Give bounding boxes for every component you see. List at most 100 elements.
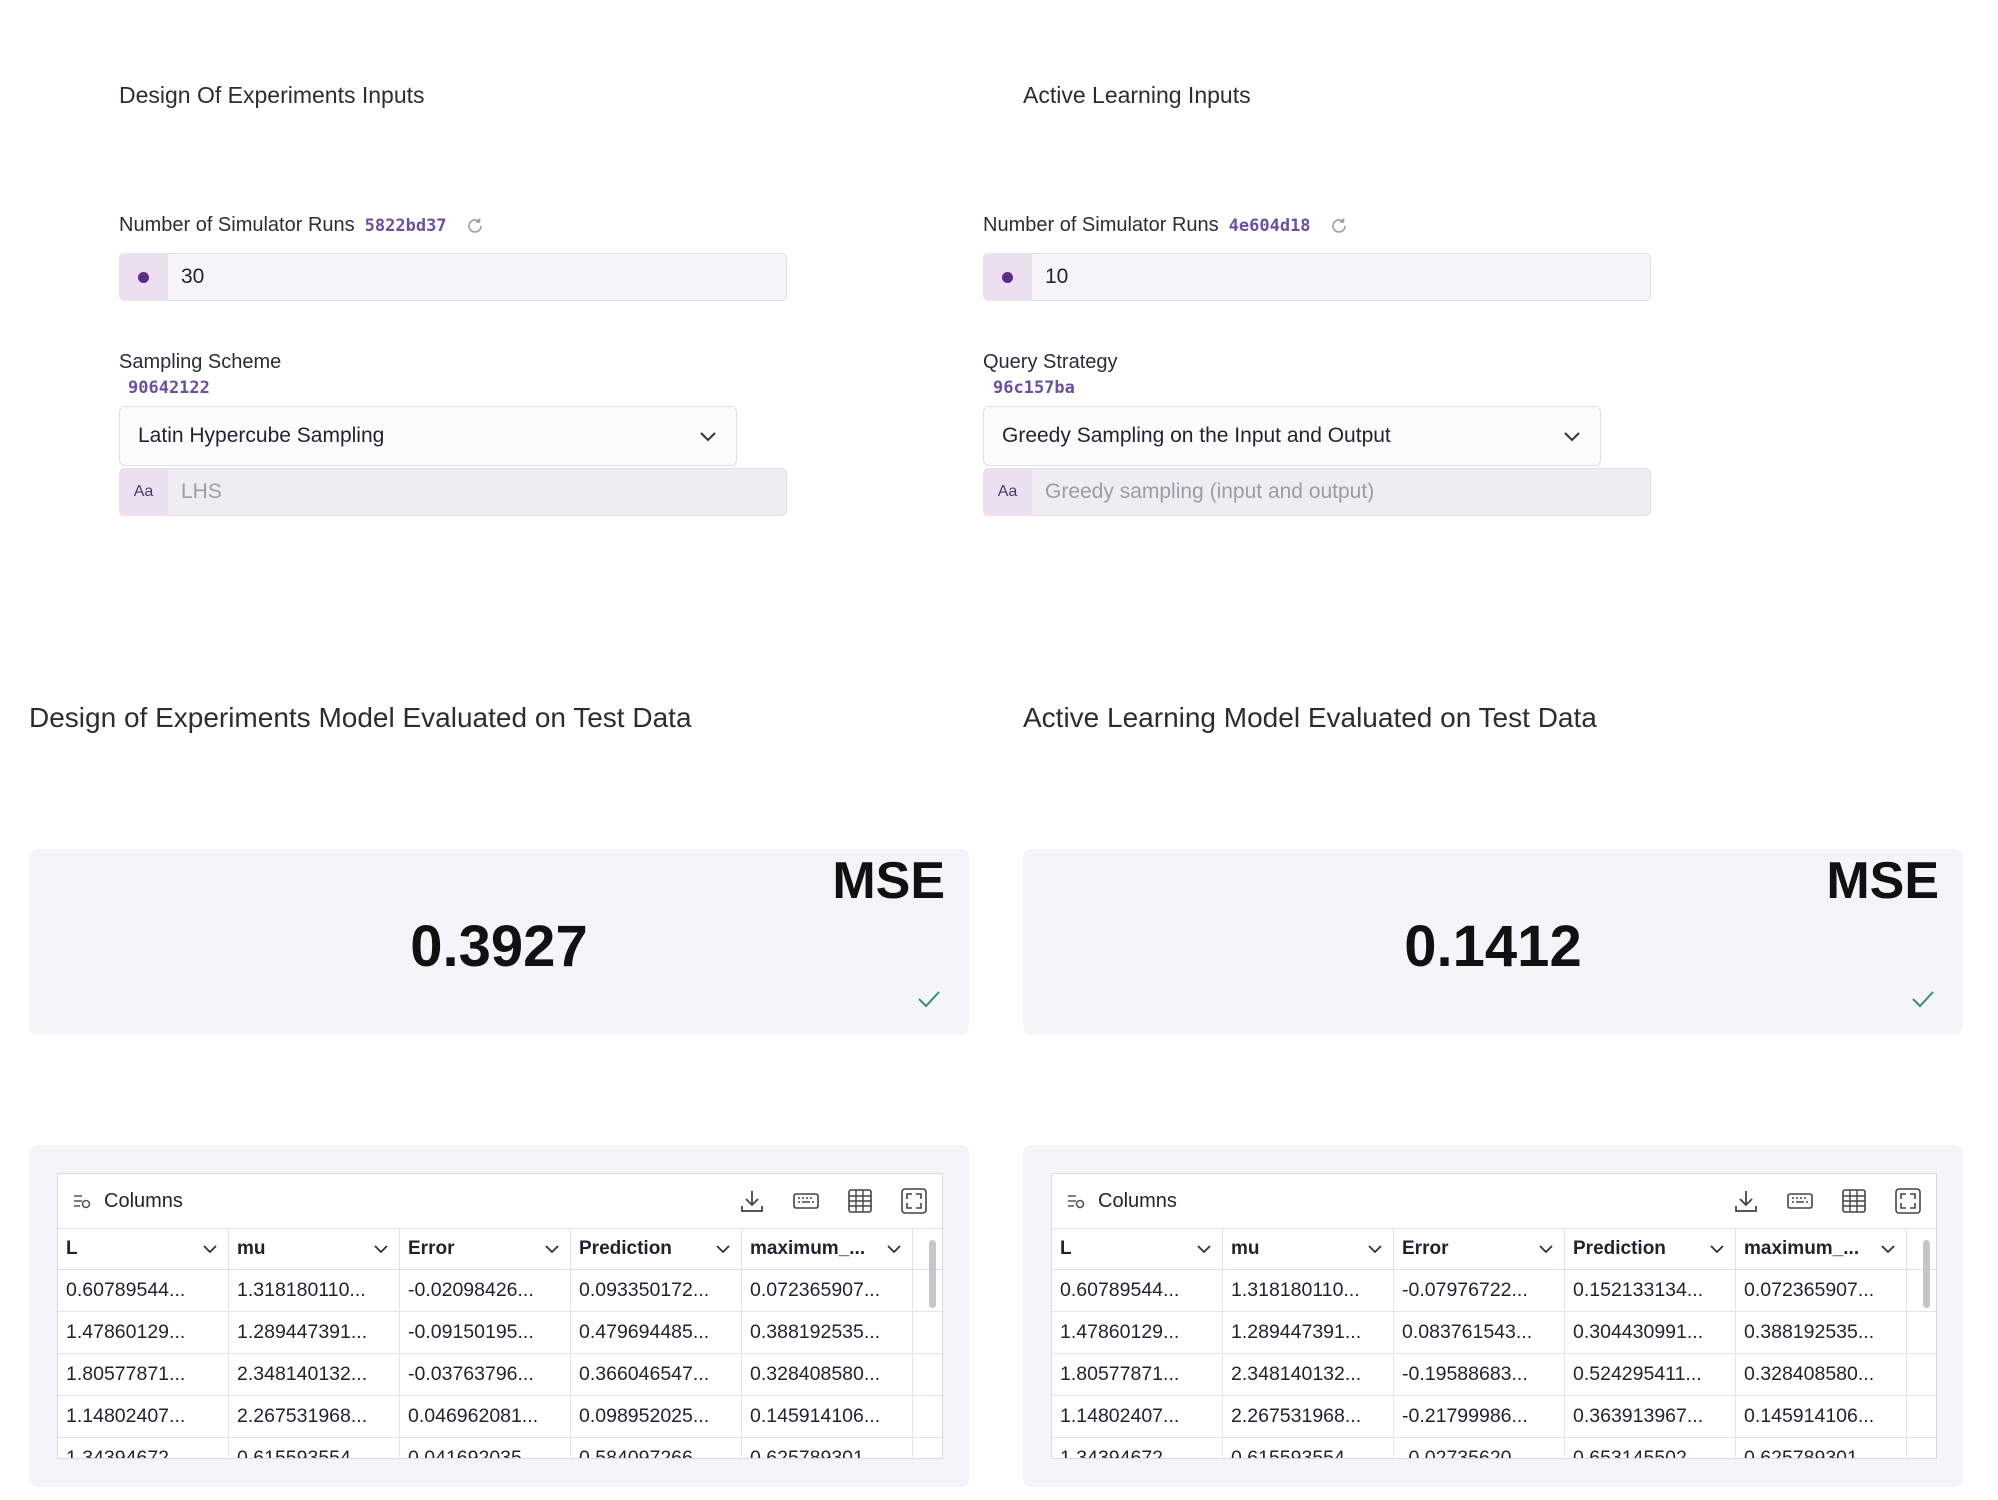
al-table-scrollbar[interactable]	[1923, 1240, 1930, 1308]
table-cell[interactable]: 2.267531968...	[1223, 1396, 1394, 1437]
table-cell[interactable]: 1.47860129...	[1052, 1312, 1223, 1353]
doe-sampling-text-value[interactable]: LHS	[168, 468, 787, 516]
table-cell[interactable]: 0.093350172...	[571, 1270, 742, 1311]
table-cell[interactable]: -0.03763796...	[400, 1354, 571, 1395]
table-cell[interactable]: 0.625789301	[742, 1438, 913, 1458]
chevron-down-icon[interactable]	[884, 1239, 904, 1259]
table-cell[interactable]: 0.041692035	[400, 1438, 571, 1458]
keyboard-icon[interactable]	[792, 1187, 820, 1215]
table-icon[interactable]	[1840, 1187, 1868, 1215]
column-header[interactable]: mu	[229, 1229, 400, 1269]
table-cell[interactable]: -0.02098426...	[400, 1270, 571, 1311]
doe-sampling-text-input[interactable]: Aa LHS	[119, 468, 787, 516]
table-cell[interactable]: 0.388192535...	[1736, 1312, 1907, 1353]
table-cell[interactable]: 2.348140132...	[1223, 1354, 1394, 1395]
fullscreen-icon[interactable]	[1894, 1187, 1922, 1215]
table-icon[interactable]	[846, 1187, 874, 1215]
table-cell[interactable]: 1.14802407...	[58, 1396, 229, 1437]
table-row: 1.47860129... 1.289447391... 0.083761543…	[1052, 1312, 1936, 1354]
table-cell[interactable]: 1.318180110...	[1223, 1270, 1394, 1311]
table-cell[interactable]: 0.304430991...	[1565, 1312, 1736, 1353]
table-cell[interactable]: 2.348140132...	[229, 1354, 400, 1395]
column-header[interactable]: maximum_...	[1736, 1229, 1907, 1269]
download-icon[interactable]	[738, 1187, 766, 1215]
table-cell[interactable]: 0.072365907...	[1736, 1270, 1907, 1311]
al-runs-input[interactable]: 10	[983, 253, 1651, 301]
table-cell[interactable]: 1.14802407...	[1052, 1396, 1223, 1437]
doe-table-scrollbar[interactable]	[929, 1240, 936, 1308]
table-cell[interactable]: 0.072365907...	[742, 1270, 913, 1311]
chevron-down-icon[interactable]	[1707, 1239, 1727, 1259]
doe-model-title: Design of Experiments Model Evaluated on…	[29, 702, 692, 733]
table-cell[interactable]: 0.388192535...	[742, 1312, 913, 1353]
doe-metric-value: 0.3927	[410, 914, 588, 979]
table-cell[interactable]: 0.328408580...	[1736, 1354, 1907, 1395]
keyboard-icon[interactable]	[1786, 1187, 1814, 1215]
table-cell[interactable]: 0.615593554	[1223, 1438, 1394, 1458]
column-header[interactable]: Error	[400, 1229, 571, 1269]
column-header[interactable]: Error	[1394, 1229, 1565, 1269]
al-table-header: L mu Error Prediction maximum_...	[1052, 1229, 1936, 1270]
al-strategy-select[interactable]: Greedy Sampling on the Input and Output	[983, 406, 1601, 466]
table-cell[interactable]: 0.615593554	[229, 1438, 400, 1458]
table-cell[interactable]: 0.479694485...	[571, 1312, 742, 1353]
table-cell[interactable]: 0.328408580...	[742, 1354, 913, 1395]
al-runs-value[interactable]: 10	[1032, 253, 1651, 301]
chevron-down-icon[interactable]	[1365, 1239, 1385, 1259]
column-header[interactable]: Prediction	[1565, 1229, 1736, 1269]
doe-columns-button[interactable]: Columns	[72, 1190, 183, 1213]
doe-sampling-select[interactable]: Latin Hypercube Sampling	[119, 406, 737, 466]
table-cell[interactable]: 0.584097266	[571, 1438, 742, 1458]
table-cell[interactable]: 1.47860129...	[58, 1312, 229, 1353]
chevron-down-icon[interactable]	[542, 1239, 562, 1259]
table-cell[interactable]: 0.366046547...	[571, 1354, 742, 1395]
table-cell[interactable]: 0.60789544...	[58, 1270, 229, 1311]
chevron-down-icon[interactable]	[1194, 1239, 1214, 1259]
chevron-down-icon[interactable]	[1878, 1239, 1898, 1259]
refresh-icon[interactable]	[1329, 216, 1349, 236]
chevron-down-icon[interactable]	[1536, 1239, 1556, 1259]
table-cell[interactable]: 1.34394672	[1052, 1438, 1223, 1458]
doe-sampling-label: Sampling Scheme	[119, 351, 282, 373]
table-cell[interactable]: 0.145914106...	[742, 1396, 913, 1437]
table-cell[interactable]: -0.07976722...	[1394, 1270, 1565, 1311]
column-header[interactable]: L	[1052, 1229, 1223, 1269]
refresh-icon[interactable]	[465, 216, 485, 236]
table-cell[interactable]: 1.80577871...	[1052, 1354, 1223, 1395]
table-cell[interactable]: 2.267531968...	[229, 1396, 400, 1437]
table-cell[interactable]: 1.34394672	[58, 1438, 229, 1458]
chevron-down-icon[interactable]	[713, 1239, 733, 1259]
table-cell[interactable]: 0.60789544...	[1052, 1270, 1223, 1311]
al-strategy-text-value[interactable]: Greedy sampling (input and output)	[1032, 468, 1651, 516]
fullscreen-icon[interactable]	[900, 1187, 928, 1215]
column-header[interactable]: mu	[1223, 1229, 1394, 1269]
column-header[interactable]: Prediction	[571, 1229, 742, 1269]
table-cell[interactable]: 0.046962081...	[400, 1396, 571, 1437]
column-header[interactable]: L	[58, 1229, 229, 1269]
chevron-down-icon[interactable]	[200, 1239, 220, 1259]
download-icon[interactable]	[1732, 1187, 1760, 1215]
table-cell[interactable]: 0.098952025...	[571, 1396, 742, 1437]
table-cell[interactable]: 1.289447391...	[1223, 1312, 1394, 1353]
chevron-down-icon[interactable]	[371, 1239, 391, 1259]
al-columns-button[interactable]: Columns	[1066, 1190, 1177, 1213]
table-cell[interactable]: 1.80577871...	[58, 1354, 229, 1395]
table-cell[interactable]: -0.21799986...	[1394, 1396, 1565, 1437]
table-cell[interactable]: -0.02735620	[1394, 1438, 1565, 1458]
table-cell[interactable]: 1.318180110...	[229, 1270, 400, 1311]
doe-runs-value[interactable]: 30	[168, 253, 787, 301]
table-cell[interactable]: -0.09150195...	[400, 1312, 571, 1353]
column-header[interactable]: maximum_...	[742, 1229, 913, 1269]
table-cell[interactable]: -0.19588683...	[1394, 1354, 1565, 1395]
table-cell[interactable]: 0.152133134...	[1565, 1270, 1736, 1311]
al-strategy-text-input[interactable]: Aa Greedy sampling (input and output)	[983, 468, 1651, 516]
table-cell[interactable]: 1.289447391...	[229, 1312, 400, 1353]
table-cell[interactable]: 0.524295411...	[1565, 1354, 1736, 1395]
table-cell[interactable]: 0.363913967...	[1565, 1396, 1736, 1437]
table-cell[interactable]: 0.653145502	[1565, 1438, 1736, 1458]
table-cell[interactable]: 0.083761543...	[1394, 1312, 1565, 1353]
table-cell[interactable]: 0.145914106...	[1736, 1396, 1907, 1437]
table-cell[interactable]: 0.625789301	[1736, 1438, 1907, 1458]
doe-runs-input[interactable]: 30	[119, 253, 787, 301]
al-table-card: Columns L mu Error Prediction maximum_..…	[1023, 1145, 1963, 1487]
